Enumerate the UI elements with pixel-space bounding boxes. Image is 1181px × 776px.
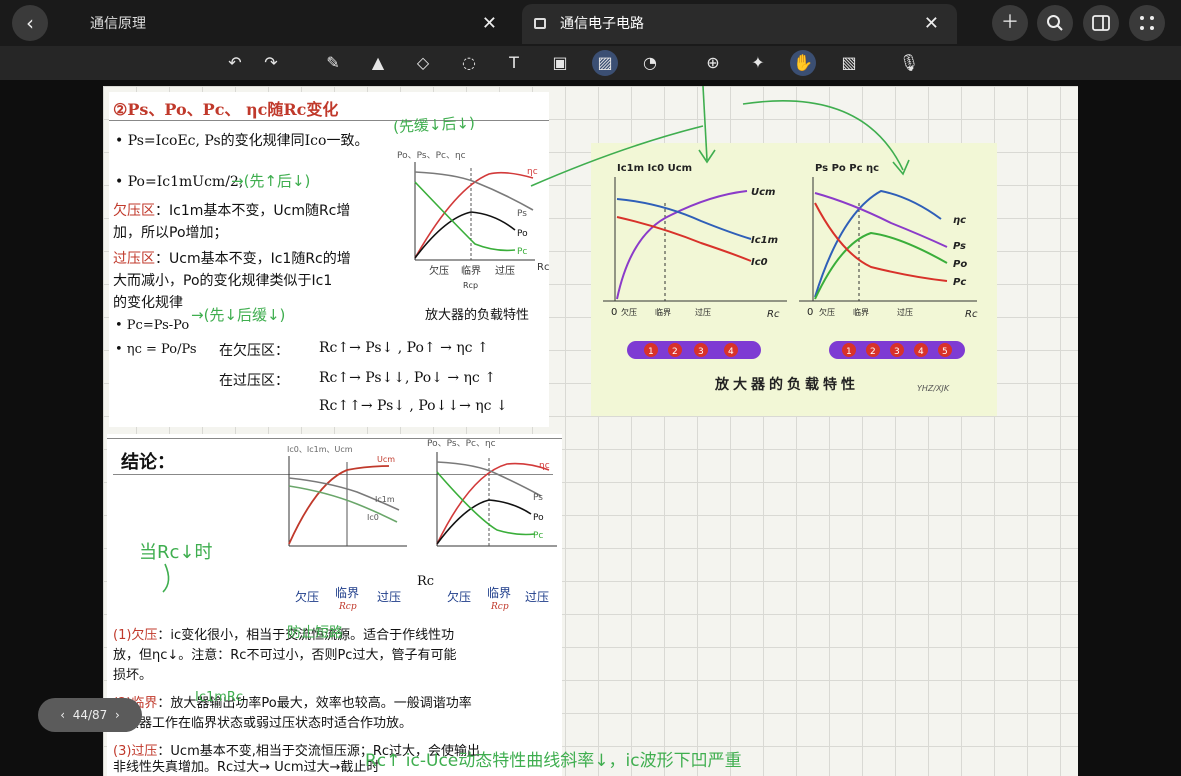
hand-icon[interactable]: ✋ [790, 50, 816, 76]
document-icon [534, 18, 546, 29]
tab-title: 通信电子电路 [560, 16, 644, 32]
chevron-left-icon: ‹ [26, 11, 34, 35]
more-button[interactable] [1129, 5, 1165, 41]
mic-icon[interactable]: 🎙 [896, 50, 922, 76]
drawing-toolbar: ↶ ↷ ✎ ▲ ◇ ◌ T ▣ ▨ ◔ ⊕ ✦ ✋ ▧ 🎙 [0, 46, 1181, 80]
highlighter-icon[interactable]: ▲ [365, 50, 391, 76]
zoom-icon[interactable]: ⊕ [700, 50, 726, 76]
tab-bar: ‹ 通信原理 ✕ 通信电子电路 ✕ ＋ [0, 0, 1181, 46]
text-icon[interactable]: T [501, 50, 527, 76]
redo-icon[interactable]: ↷ [258, 50, 284, 76]
plus-icon: ＋ [1001, 12, 1019, 33]
search-button[interactable] [1037, 5, 1073, 41]
image-icon[interactable]: ▨ [592, 50, 618, 76]
sidebar-icon [1092, 15, 1110, 31]
tab-title: 通信原理 [90, 16, 146, 32]
note-page[interactable]: ②Ps、Po、Pc、 ηc随Rc变化 • Ps=IcoEc, Ps的变化规律同I… [103, 86, 1078, 776]
undo-icon[interactable]: ↶ [222, 50, 248, 76]
page-pager[interactable]: ‹ 44/87 › [38, 698, 142, 732]
pattern-icon[interactable]: ▧ [836, 50, 862, 76]
grid-dots-icon [1140, 16, 1154, 30]
back-button[interactable]: ‹ [12, 5, 48, 41]
close-icon[interactable]: ✕ [482, 4, 497, 44]
tab-tongxin-dianzi[interactable]: 通信电子电路 ✕ [522, 4, 957, 44]
page-counter: 44/87 [72, 708, 108, 722]
close-icon[interactable]: ✕ [924, 4, 939, 44]
chevron-right-icon[interactable]: › [115, 708, 120, 722]
laser-icon[interactable]: ✦ [745, 50, 771, 76]
shape-icon[interactable]: ▣ [547, 50, 573, 76]
layout-button[interactable] [1083, 5, 1119, 41]
chevron-left-icon[interactable]: ‹ [60, 708, 65, 722]
eraser-icon[interactable]: ◇ [410, 50, 436, 76]
pen-icon[interactable]: ✎ [320, 50, 346, 76]
lasso-icon[interactable]: ◌ [456, 50, 482, 76]
handwritten-arrows [162, 86, 910, 593]
tab-tongxin-yuanli[interactable]: 通信原理 ✕ [60, 4, 515, 44]
add-tab-button[interactable]: ＋ [992, 5, 1028, 41]
sticker-icon[interactable]: ◔ [637, 50, 663, 76]
search-icon [1047, 15, 1063, 31]
